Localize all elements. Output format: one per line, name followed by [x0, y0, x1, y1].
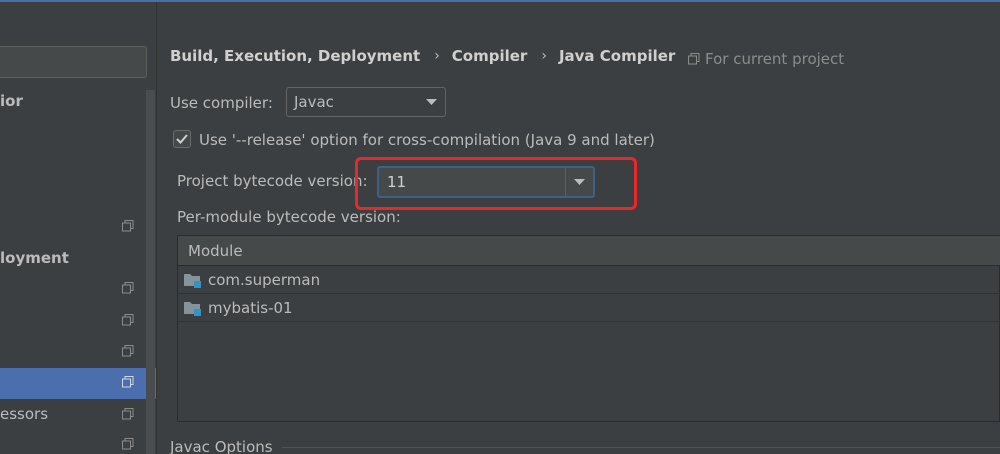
table-row[interactable]: mybatis-01: [178, 294, 1000, 322]
scope-note: For current project: [688, 50, 844, 68]
panel-divider[interactable]: [156, 2, 157, 454]
copy-icon: [122, 376, 134, 388]
sidebar-item-editor[interactable]: ior: [0, 87, 146, 115]
copy-icon: [122, 345, 134, 357]
project-bytecode-label: Project bytecode version:: [177, 172, 368, 190]
sidebar-scrollbar[interactable]: [146, 90, 155, 454]
sidebar-item-build-execution-deployment[interactable]: loyment: [0, 244, 146, 272]
red-highlight-annotation: [355, 157, 637, 210]
breadcrumb-item: Compiler: [451, 47, 528, 65]
checkmark-icon: [176, 134, 188, 144]
copy-icon: [122, 282, 134, 294]
module-name: com.superman: [208, 270, 321, 289]
sidebar-item[interactable]: [0, 306, 146, 334]
sidebar-item-java-compiler[interactable]: [0, 368, 156, 399]
copy-icon: [122, 314, 134, 326]
breadcrumb-item-current: Java Compiler: [558, 47, 676, 65]
settings-search-input[interactable]: [0, 46, 147, 78]
release-option-checkbox[interactable]: [173, 130, 191, 148]
use-compiler-label: Use compiler:: [170, 94, 273, 112]
copy-icon: [688, 53, 700, 65]
module-folder-icon: [184, 301, 201, 316]
table-row[interactable]: com.superman: [178, 266, 1000, 294]
breadcrumb: Build, Execution, Deployment › Compiler …: [170, 47, 675, 65]
sidebar-item[interactable]: [0, 337, 146, 365]
sidebar-item-label: essors: [0, 405, 49, 423]
copy-icon: [122, 408, 134, 420]
use-compiler-select[interactable]: Javac: [286, 87, 446, 117]
javac-options-title: Javac Options: [170, 438, 273, 454]
scope-note-label: For current project: [705, 50, 845, 68]
copy-icon: [122, 220, 134, 232]
breadcrumb-separator: ›: [434, 48, 440, 64]
module-name: mybatis-01: [208, 298, 293, 317]
sidebar-item-annotation-processors[interactable]: essors: [0, 400, 146, 428]
breadcrumb-separator: ›: [541, 48, 547, 64]
copy-icon: [122, 438, 134, 450]
release-option-label[interactable]: Use '--release' option for cross-compila…: [199, 131, 655, 149]
sidebar-item[interactable]: [0, 212, 146, 240]
column-header-module: Module: [188, 241, 243, 260]
breadcrumb-item: Build, Execution, Deployment: [170, 47, 421, 65]
settings-sidebar: ior loyment essors: [0, 2, 156, 454]
sidebar-item-label: ior: [0, 92, 23, 110]
chevron-down-icon: [426, 99, 437, 105]
per-module-label: Per-module bytecode version:: [177, 208, 401, 226]
sidebar-item[interactable]: [0, 430, 146, 454]
section-divider: [282, 447, 1000, 448]
use-compiler-value: Javac: [294, 93, 334, 111]
sidebar-item[interactable]: [0, 274, 146, 302]
module-folder-icon: [184, 273, 201, 288]
table-header[interactable]: Module: [178, 236, 1000, 266]
sidebar-item-label: loyment: [0, 249, 69, 267]
module-table: Module com.superman mybatis-01: [177, 235, 1000, 422]
